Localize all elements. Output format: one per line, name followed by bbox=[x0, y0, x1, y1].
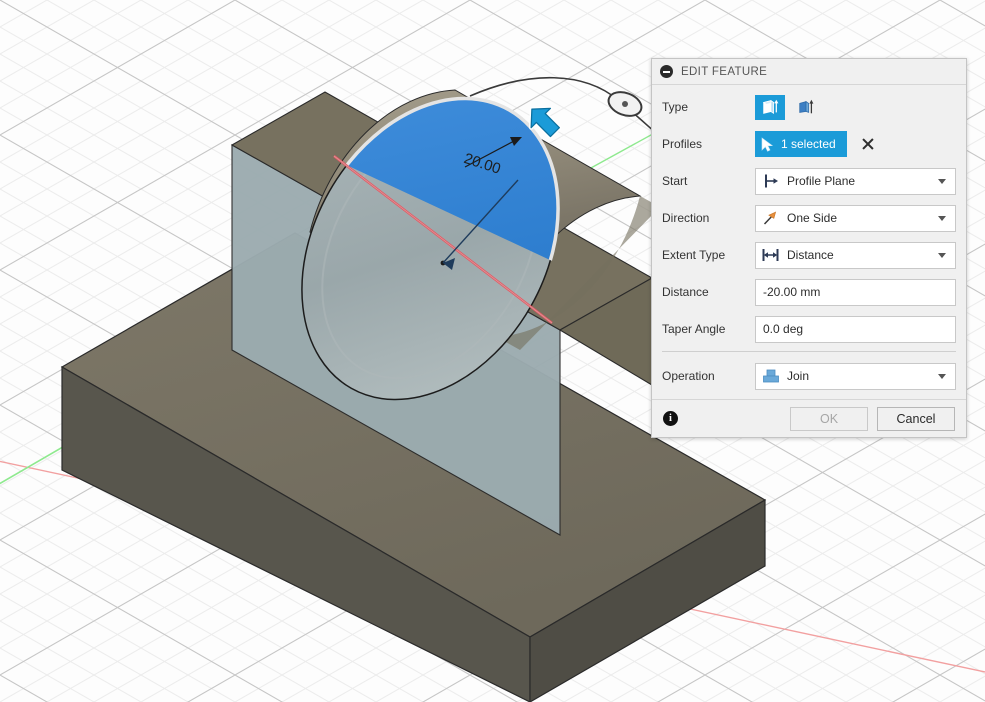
distance-arrows-icon bbox=[761, 246, 781, 264]
distance-label: Distance bbox=[662, 285, 709, 299]
dialog-title: EDIT FEATURE bbox=[681, 65, 768, 78]
extrude-thin-icon[interactable] bbox=[791, 95, 821, 120]
profiles-selection-text: 1 selected bbox=[781, 137, 836, 151]
profiles-label: Profiles bbox=[662, 137, 703, 151]
chevron-down-icon[interactable] bbox=[938, 215, 946, 221]
start-value: Profile Plane bbox=[787, 174, 856, 188]
chevron-down-icon[interactable] bbox=[938, 373, 946, 379]
dialog-title-bar[interactable]: EDIT FEATURE bbox=[652, 59, 966, 85]
info-icon[interactable]: i bbox=[663, 411, 678, 426]
profiles-selection-chip[interactable]: 1 selected bbox=[755, 131, 847, 157]
row-profiles: Profiles 1 selected bbox=[662, 129, 956, 159]
close-x-icon[interactable] bbox=[860, 136, 876, 152]
start-label: Start bbox=[662, 174, 688, 188]
taper-angle-label: Taper Angle bbox=[662, 322, 726, 336]
direction-value: One Side bbox=[787, 211, 838, 225]
one-side-flag-icon bbox=[761, 209, 781, 227]
extent-type-value: Distance bbox=[787, 248, 834, 262]
dialog-body: Type Profiles 1 selected Start Profile P… bbox=[652, 85, 966, 399]
type-label: Type bbox=[662, 100, 689, 114]
distance-input[interactable] bbox=[755, 278, 956, 306]
extent-type-dropdown[interactable]: Distance bbox=[755, 241, 956, 269]
ok-button[interactable]: OK bbox=[790, 406, 868, 431]
minus-circle-icon[interactable] bbox=[660, 65, 673, 78]
cancel-button[interactable]: Cancel bbox=[877, 406, 955, 431]
extrude-solid-icon[interactable] bbox=[755, 94, 785, 120]
direction-label: Direction bbox=[662, 211, 710, 225]
chevron-down-icon[interactable] bbox=[938, 178, 946, 184]
direction-dropdown[interactable]: One Side bbox=[755, 204, 956, 232]
row-distance: Distance bbox=[662, 277, 956, 307]
taper-angle-input[interactable] bbox=[755, 315, 956, 343]
dialog-divider bbox=[662, 351, 956, 352]
edit-feature-dialog: EDIT FEATURE Type Profiles 1 selected St… bbox=[651, 58, 967, 438]
row-start: Start Profile Plane bbox=[662, 166, 956, 196]
row-operation: Operation Join bbox=[662, 361, 956, 391]
row-type: Type bbox=[662, 92, 956, 122]
row-taper-angle: Taper Angle bbox=[662, 314, 956, 344]
operation-label: Operation bbox=[662, 369, 715, 383]
extent-type-label: Extent Type bbox=[662, 248, 726, 262]
cursor-arrow-icon bbox=[761, 136, 774, 152]
start-dropdown[interactable]: Profile Plane bbox=[755, 167, 956, 195]
join-operation-icon bbox=[761, 367, 781, 385]
profile-plane-icon bbox=[761, 172, 781, 190]
operation-dropdown[interactable]: Join bbox=[755, 362, 956, 390]
operation-value: Join bbox=[787, 369, 810, 383]
application-window: 20.00 EDIT FEATURE Type Profiles 1 selec… bbox=[0, 0, 985, 702]
row-extent-type: Extent Type Distance bbox=[662, 240, 956, 270]
dialog-footer: i OK Cancel bbox=[652, 399, 966, 437]
row-direction: Direction One Side bbox=[662, 203, 956, 233]
chevron-down-icon[interactable] bbox=[938, 252, 946, 258]
